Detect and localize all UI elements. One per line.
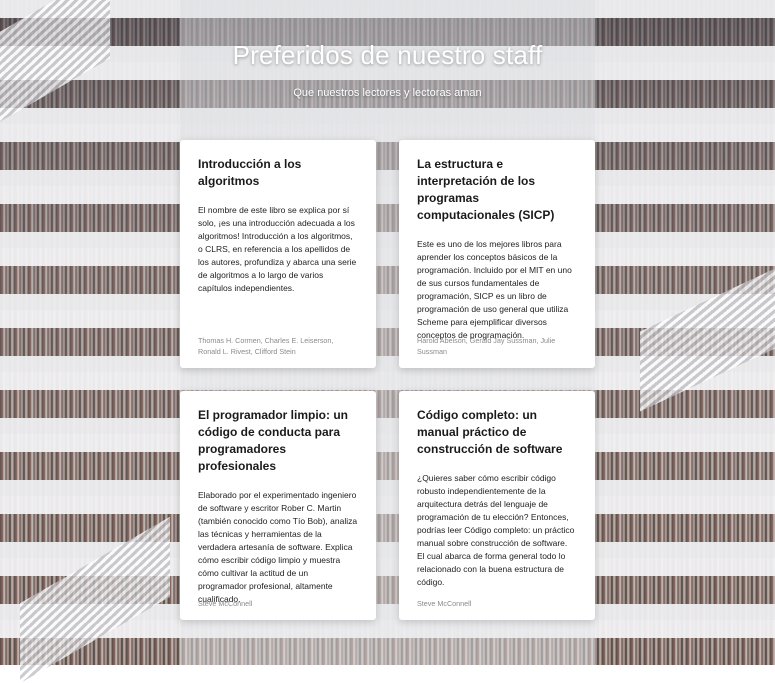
book-title: Introducción a los algoritmos: [198, 157, 302, 188]
book-authors: Harold Abelson, Gerald Jay Sussman, Juli…: [417, 336, 556, 356]
page-header: Preferidos de nuestro staff Que nuestros…: [0, 40, 775, 99]
book-description: ¿Quieres saber cómo escribir código robu…: [417, 473, 575, 587]
book-title: El programador limpio: un código de cond…: [198, 408, 349, 473]
book-title: La estructura e interpretación de los pr…: [417, 157, 555, 222]
book-description: Este es uno de los mejores libros para a…: [417, 239, 572, 340]
book-description: Elaborado por el experimentado ingeniero…: [198, 490, 358, 604]
page-subtitle: Que nuestros lectores y lectoras aman: [293, 87, 482, 99]
page-title: Preferidos de nuestro staff: [232, 40, 543, 70]
book-title: Código completo: un manual práctico de c…: [417, 408, 563, 456]
book-card: La estructura e interpretación de los pr…: [399, 140, 595, 368]
book-authors: Steve McConnell: [198, 598, 253, 608]
book-authors: Thomas H. Cormen, Charles E. Leiserson, …: [198, 336, 334, 356]
book-card: El programador limpio: un código de cond…: [180, 391, 376, 620]
book-card: Introducción a los algoritmos El nombre …: [180, 140, 376, 368]
book-authors: Steve McConnell: [417, 598, 472, 608]
book-description: El nombre de este libro se explica por s…: [198, 205, 357, 293]
book-card: Código completo: un manual práctico de c…: [399, 391, 595, 620]
